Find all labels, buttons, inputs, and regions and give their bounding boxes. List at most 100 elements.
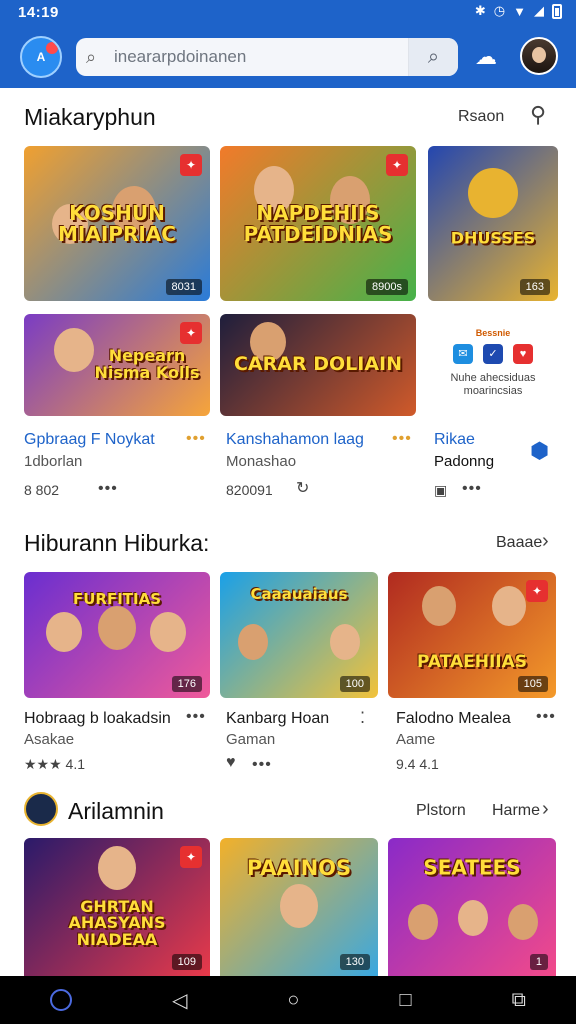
badge-icon: ✦ — [386, 154, 408, 176]
multiwindow-icon[interactable]: ⧉ — [512, 989, 526, 1012]
item-title[interactable]: Falodno Mealea — [396, 710, 511, 728]
item-extra: 8 802 — [24, 482, 60, 498]
character-figure — [508, 904, 538, 940]
status-bar: 14:19 ✱ ◷ ▼ ◢ — [0, 0, 576, 26]
character-figure — [98, 846, 136, 890]
card-count: 109 — [171, 954, 202, 970]
card-count: 176 — [171, 676, 202, 692]
channel-logo[interactable] — [24, 792, 58, 826]
character-figure — [46, 612, 82, 652]
game-card[interactable]: NAPDEHIIS PATDEIDNIAS ✦ 8900s — [220, 146, 416, 301]
badge-icon: ✦ — [180, 846, 202, 868]
character-figure — [98, 606, 136, 650]
battery-icon — [552, 3, 562, 19]
chevron-right-icon[interactable]: › — [542, 530, 549, 553]
card-title: Caaauaiaus — [250, 584, 348, 603]
card-count: 1 — [529, 954, 548, 970]
game-card[interactable]: Nepearn Nisma Kolls ✦ — [24, 314, 210, 416]
refresh-icon[interactable]: ↻ — [296, 478, 310, 498]
heart-icon: ♥ — [513, 344, 533, 364]
character-figure — [54, 328, 94, 372]
item-subtitle: Asakae — [24, 731, 75, 748]
heart-icon[interactable]: ♥ — [226, 754, 236, 772]
game-card[interactable]: PAAINOS 130 — [220, 838, 378, 976]
item-rating: ★★★ 4.1 — [24, 756, 86, 772]
signal-icon: ◢ — [534, 3, 544, 18]
game-card[interactable]: SEATEES 1 — [388, 838, 556, 976]
item-subtitle: Monashao — [226, 453, 297, 470]
card-title: CARAR DOLIAIN — [233, 353, 402, 376]
section-action[interactable]: Baaae — [496, 534, 542, 552]
item-title[interactable]: Kanshahamon laag — [226, 431, 364, 449]
more-icon[interactable]: ⁚ — [360, 708, 366, 728]
section-action[interactable]: Plstorn — [416, 802, 466, 820]
section-action[interactable]: Harme — [492, 802, 540, 820]
section-title: Hiburann Hiburka: — [24, 530, 210, 556]
badge-icon: ✦ — [180, 154, 202, 176]
search-input[interactable]: ineararpdoinanen — [114, 47, 408, 67]
status-time: 14:19 — [18, 4, 59, 21]
card-count: 8900s — [366, 279, 408, 295]
section-title: Miakaryphun — [24, 104, 156, 130]
card-title: PATAEHIIAS — [416, 651, 528, 672]
item-subtitle: 1dborlan — [24, 453, 83, 470]
recents-icon[interactable]: □ — [400, 989, 412, 1012]
character-figure — [330, 624, 360, 660]
character-figure — [492, 586, 526, 626]
game-card[interactable]: Caaauaiaus 100 — [220, 572, 378, 698]
character-figure — [238, 624, 268, 660]
home-icon[interactable]: ○ — [287, 989, 299, 1012]
card-count: 130 — [339, 954, 370, 970]
card-title: PAAINOS — [246, 856, 352, 881]
section-title: Arilamnin — [68, 798, 164, 824]
more-icon[interactable]: ••• — [98, 480, 118, 498]
card-count: 8031 — [165, 279, 202, 295]
promo-text: Nuhe ahecsiduas moarincsias — [450, 372, 536, 398]
game-card[interactable]: GHRTAN AHASYANS NIADEAA ✦ 109 — [24, 838, 210, 976]
item-title[interactable]: Gpbraag F Noykat — [24, 431, 155, 449]
chat-icon: ✉ — [453, 344, 473, 364]
item-subtitle: Aame — [396, 731, 436, 748]
wifi-icon: ▼ — [513, 3, 526, 19]
item-title[interactable]: Rikae — [434, 431, 475, 449]
item-rating: 9.4 4.1 — [396, 756, 439, 772]
game-card[interactable]: KOSHUN MIAIPRIAC ✦ 8031 — [24, 146, 210, 301]
system-nav-bar: ◁ ○ □ ⧉ — [0, 976, 576, 1024]
more-icon[interactable]: ••• — [392, 430, 412, 448]
item-title[interactable]: Kanbarg Hoan — [226, 710, 329, 728]
section-action[interactable]: Rsaon — [458, 108, 504, 126]
calendar-icon[interactable]: ▣ — [434, 482, 447, 499]
app-logo[interactable]: A — [20, 36, 62, 78]
trophy-icon — [468, 168, 518, 218]
assistant-icon[interactable] — [50, 989, 72, 1011]
search-icon: ⌕ — [86, 46, 97, 67]
card-title: GHRTAN AHASYANS NIADEAA — [68, 896, 166, 949]
card-title: Nepearn Nisma Kolls — [94, 346, 200, 382]
promo-tile[interactable]: Bessnie ✉ ✓ ♥ Nuhe ahecsiduas moarincsia… — [428, 314, 558, 416]
badge-icon: ✦ — [180, 322, 202, 344]
chevron-right-icon[interactable]: › — [542, 798, 549, 821]
search-user-icon[interactable]: ⚲ — [530, 102, 546, 128]
card-title: DHUSSES — [450, 228, 536, 248]
character-figure — [150, 612, 186, 652]
card-title: FURFITIAS — [72, 589, 162, 608]
more-icon[interactable]: ••• — [186, 708, 206, 726]
game-card[interactable]: CARAR DOLIAIN — [220, 314, 416, 416]
item-title[interactable]: Hobraag b loakadsin — [24, 710, 171, 728]
game-card[interactable]: FURFITIAS 176 — [24, 572, 210, 698]
more-icon[interactable]: ••• — [252, 756, 272, 774]
avatar[interactable] — [520, 37, 558, 75]
search-bar[interactable]: ⌕ ineararpdoinanen ⌕ — [76, 38, 458, 76]
game-card[interactable]: DHUSSES 163 — [428, 146, 558, 301]
more-icon[interactable]: ••• — [462, 480, 482, 498]
bookmark-icon[interactable]: ⬢ — [530, 438, 549, 464]
game-card[interactable]: PATAEHIIAS ✦ 105 — [388, 572, 556, 698]
check-icon: ✓ — [483, 344, 503, 364]
search-button[interactable]: ⌕ — [408, 38, 458, 76]
character-figure — [280, 884, 318, 928]
cloud-icon[interactable]: ☁ — [466, 38, 506, 76]
badge-icon: ✦ — [526, 580, 548, 602]
more-icon[interactable]: ••• — [186, 430, 206, 448]
back-icon[interactable]: ◁ — [172, 988, 187, 1013]
more-icon[interactable]: ••• — [536, 708, 556, 726]
